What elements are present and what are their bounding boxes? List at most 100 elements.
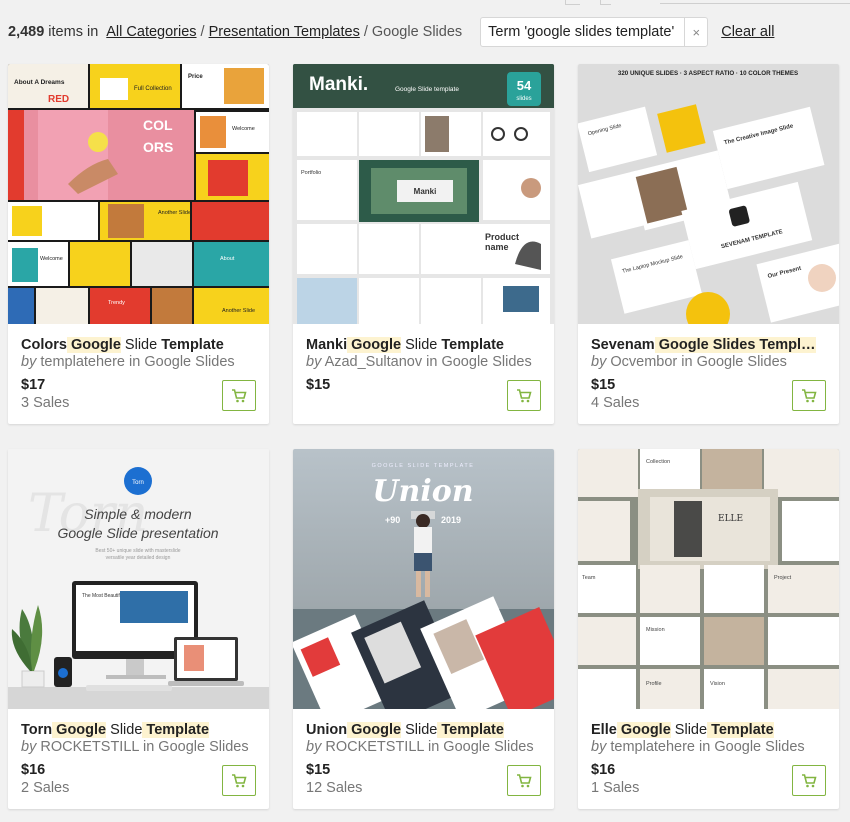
- cart-icon: [232, 388, 247, 402]
- add-to-cart-button[interactable]: [792, 380, 826, 411]
- add-to-cart-button[interactable]: [222, 765, 256, 796]
- results-count-suffix: items in: [48, 24, 99, 40]
- author-link[interactable]: Ocvembor: [610, 354, 677, 370]
- category-link[interactable]: Google Slides: [697, 354, 787, 370]
- author-link[interactable]: ROCKETSTILL: [40, 739, 139, 755]
- author-link[interactable]: templatehere: [40, 354, 125, 370]
- product-price: $15: [591, 377, 616, 393]
- category-link[interactable]: Google Slides: [441, 354, 531, 370]
- product-card[interactable]: Collection ELLE Team Project Mission Pro…: [578, 449, 839, 809]
- product-byline: by Azad_Sultanov in Google Slides: [306, 354, 532, 370]
- svg-text:Portfolio: Portfolio: [301, 170, 321, 176]
- svg-text:2019: 2019: [441, 515, 461, 525]
- clear-all-link[interactable]: Clear all: [721, 24, 774, 40]
- svg-text:name: name: [485, 242, 509, 252]
- svg-text:320 UNIQUE SLIDES · 3 ASPECT R: 320 UNIQUE SLIDES · 3 ASPECT RATIO · 10 …: [618, 70, 798, 77]
- cart-icon: [232, 773, 247, 787]
- svg-text:Union: Union: [372, 474, 473, 509]
- author-link[interactable]: ROCKETSTILL: [325, 739, 424, 755]
- add-to-cart-button[interactable]: [507, 380, 541, 411]
- product-price: $16: [591, 762, 616, 778]
- product-card[interactable]: GOOGLE SLIDE TEMPLATE Union +90 2019 Uni…: [293, 449, 554, 809]
- active-filter-label: Term 'google slides template': [488, 24, 675, 40]
- category-link[interactable]: Google Slides: [714, 739, 804, 755]
- svg-text:Project: Project: [774, 575, 792, 581]
- svg-text:Manki.: Manki.: [309, 74, 368, 95]
- product-price: $15: [306, 762, 331, 778]
- product-title[interactable]: Torn Google Slide Template: [21, 722, 210, 738]
- active-filter-chip: Term 'google slides template' ×: [480, 17, 709, 47]
- svg-text:About A Dreams: About A Dreams: [14, 79, 65, 86]
- cart-icon: [517, 773, 532, 787]
- product-thumbnail[interactable]: Manki. Google Slide template 54 slides P…: [293, 64, 554, 324]
- product-title[interactable]: Manki Google Slide Template: [306, 337, 504, 353]
- breadcrumb-presentation-templates[interactable]: Presentation Templates: [209, 24, 360, 40]
- product-byline: by Ocvembor in Google Slides: [591, 354, 787, 370]
- results-count: 2,489: [8, 24, 45, 40]
- product-price: $16: [21, 762, 46, 778]
- remove-filter-button[interactable]: ×: [684, 18, 707, 46]
- svg-text:Another Slide: Another Slide: [222, 308, 255, 314]
- svg-text:ORS: ORS: [143, 139, 173, 155]
- product-thumbnail[interactable]: Collection ELLE Team Project Mission Pro…: [578, 449, 839, 709]
- breadcrumb-separator: /: [363, 24, 368, 40]
- product-price: $15: [306, 377, 331, 393]
- product-sales: 3 Sales: [21, 395, 70, 411]
- svg-text:Welcome: Welcome: [40, 256, 63, 262]
- svg-text:Mission: Mission: [646, 627, 665, 633]
- svg-text:Best 50+ unique slide with mas: Best 50+ unique slide with masterslide: [95, 548, 180, 554]
- product-sales: 1 Sales: [591, 780, 640, 796]
- breadcrumb-all-categories[interactable]: All Categories: [106, 24, 196, 40]
- svg-text:ELLE: ELLE: [718, 514, 743, 524]
- cart-icon: [517, 388, 532, 402]
- cart-icon: [802, 388, 817, 402]
- product-title[interactable]: Union Google Slide Template: [306, 722, 504, 738]
- breadcrumb-separator: /: [200, 24, 205, 40]
- cart-icon: [802, 773, 817, 787]
- product-byline: by templatehere in Google Slides: [21, 354, 235, 370]
- product-thumbnail[interactable]: About A Dreams RED Full Collection Price…: [8, 64, 269, 324]
- svg-text:Google Slide template: Google Slide template: [395, 86, 459, 93]
- product-sales: 2 Sales: [21, 780, 70, 796]
- product-price: $17: [21, 377, 46, 393]
- svg-text:COL: COL: [143, 117, 173, 133]
- svg-text:Welcome: Welcome: [232, 126, 255, 132]
- svg-text:versatile year detailed design: versatile year detailed design: [106, 555, 171, 561]
- product-card[interactable]: 320 UNIQUE SLIDES · 3 ASPECT RATIO · 10 …: [578, 64, 839, 424]
- svg-text:Team: Team: [582, 575, 596, 581]
- svg-text:54: 54: [517, 78, 532, 93]
- svg-text:Simple & modern: Simple & modern: [84, 506, 192, 522]
- product-card[interactable]: About A Dreams RED Full Collection Price…: [8, 64, 269, 424]
- results-filter-bar: 2,489 items in All Categories / Presenta…: [8, 16, 774, 48]
- product-sales: 4 Sales: [591, 395, 640, 411]
- add-to-cart-button[interactable]: [792, 765, 826, 796]
- author-link[interactable]: templatehere: [610, 739, 695, 755]
- category-link[interactable]: Google Slides: [443, 739, 533, 755]
- category-link[interactable]: Google Slides: [144, 354, 234, 370]
- svg-text:Trendy: Trendy: [108, 300, 125, 306]
- product-card[interactable]: Manki. Google Slide template 54 slides P…: [293, 64, 554, 424]
- add-to-cart-button[interactable]: [222, 380, 256, 411]
- product-title[interactable]: Elle Google Slide Template: [591, 722, 774, 738]
- svg-text:Manki: Manki: [414, 187, 437, 196]
- product-thumbnail[interactable]: GOOGLE SLIDE TEMPLATE Union +90 2019: [293, 449, 554, 709]
- author-link[interactable]: Azad_Sultanov: [325, 354, 423, 370]
- svg-text:Profile: Profile: [646, 681, 662, 687]
- svg-text:Price: Price: [188, 74, 203, 80]
- product-byline: by ROCKETSTILL in Google Slides: [306, 739, 534, 755]
- svg-text:About: About: [220, 256, 235, 262]
- category-link[interactable]: Google Slides: [158, 739, 248, 755]
- product-byline: by templatehere in Google Slides: [591, 739, 805, 755]
- product-thumbnail[interactable]: Torn Torn Simple & modern Google Slide p…: [8, 449, 269, 709]
- svg-text:Another Slide: Another Slide: [158, 210, 191, 216]
- product-title[interactable]: Sevenam Google Slides Templ…: [591, 337, 816, 353]
- add-to-cart-button[interactable]: [507, 765, 541, 796]
- product-thumbnail[interactable]: 320 UNIQUE SLIDES · 3 ASPECT RATIO · 10 …: [578, 64, 839, 324]
- product-byline: by ROCKETSTILL in Google Slides: [21, 739, 249, 755]
- svg-text:Full Collection: Full Collection: [134, 86, 172, 92]
- product-title[interactable]: Colors Google Slide Template: [21, 337, 224, 353]
- svg-text:+90: +90: [385, 515, 400, 525]
- product-card[interactable]: Torn Torn Simple & modern Google Slide p…: [8, 449, 269, 809]
- svg-text:Torn: Torn: [132, 480, 144, 486]
- svg-text:Vision: Vision: [710, 681, 725, 687]
